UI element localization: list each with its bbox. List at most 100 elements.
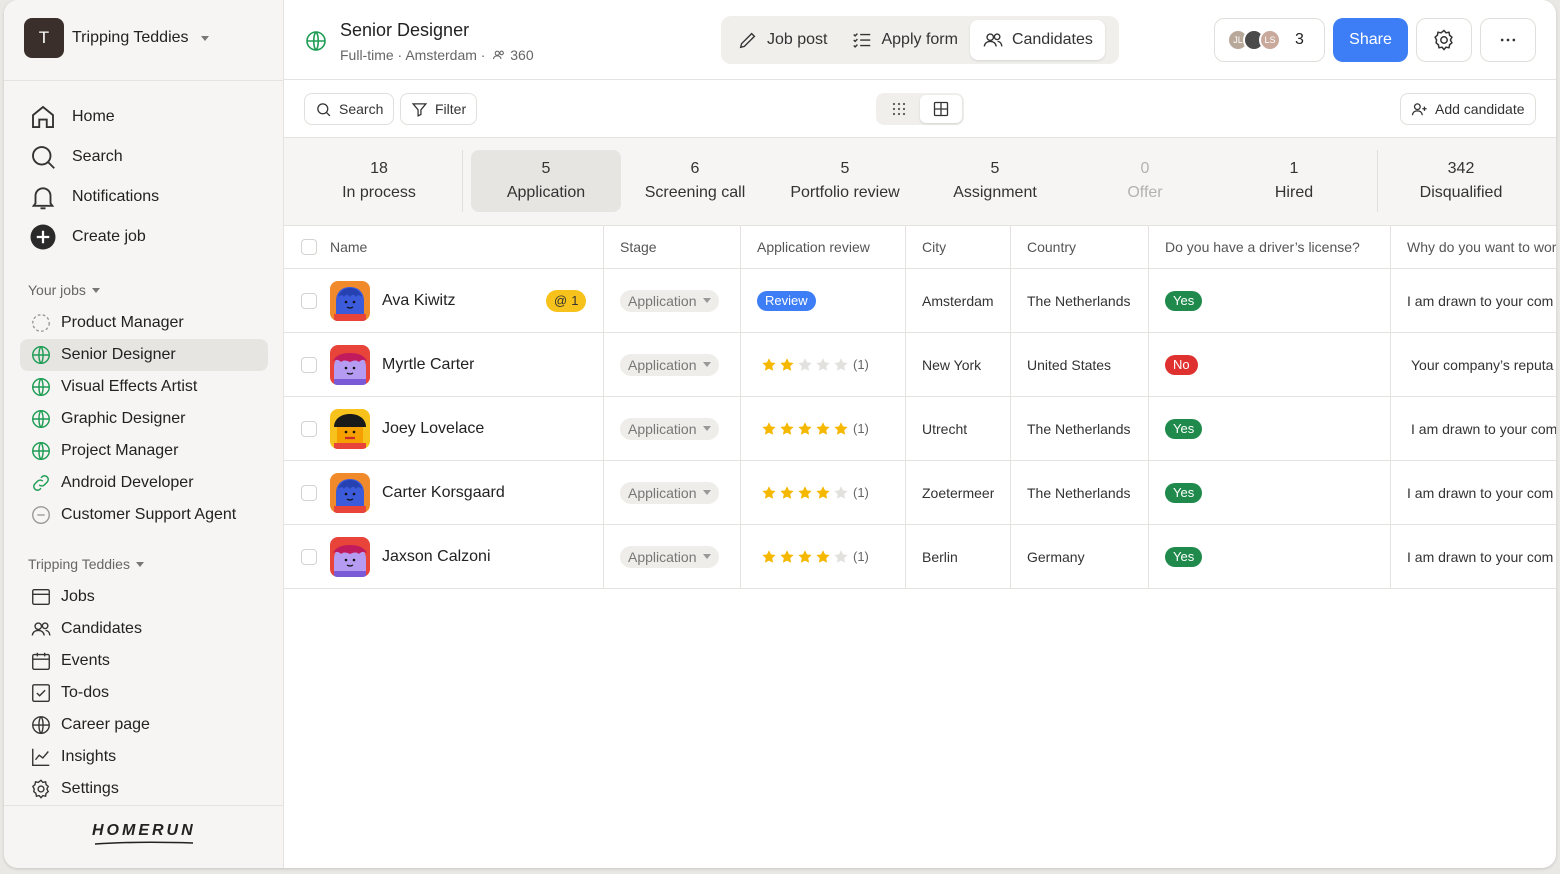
star-rating[interactable] [761, 357, 849, 373]
col-drivers-license[interactable]: Do you have a driver’s license? [1165, 226, 1360, 268]
nav-todos-label: To-dos [61, 684, 110, 701]
stage-application[interactable]: 5 Application [471, 150, 621, 212]
col-application-review[interactable]: Application review [757, 226, 870, 268]
star-empty-icon[interactable] [797, 357, 813, 373]
row-checkbox[interactable] [301, 356, 317, 373]
stage-dropdown[interactable]: Application [620, 353, 719, 376]
job-meta: Full-time · Amsterdam · 360 [340, 47, 534, 63]
stage-disqualified[interactable]: 342 Disqualified [1386, 150, 1536, 212]
col-country[interactable]: Country [1027, 226, 1076, 268]
stage-portfolio-review[interactable]: 5 Portfolio review [770, 150, 920, 212]
nav-notifications[interactable]: Notifications [28, 180, 159, 214]
view-board-button[interactable] [878, 95, 920, 123]
star-filled-icon[interactable] [779, 549, 795, 565]
star-filled-icon[interactable] [815, 549, 831, 565]
tab-job-post[interactable]: Job post [725, 20, 839, 60]
link-icon [33, 475, 49, 491]
row-checkbox[interactable] [301, 420, 317, 437]
star-rating[interactable] [761, 421, 849, 437]
row-checkbox[interactable] [301, 548, 317, 565]
team-members-button[interactable]: JL LS 3 [1214, 18, 1325, 62]
workspace-switcher[interactable]: T Tripping Teddies [24, 18, 209, 58]
company-header[interactable]: Tripping Teddies [28, 556, 144, 572]
star-filled-icon[interactable] [761, 485, 777, 501]
star-filled-icon[interactable] [815, 421, 831, 437]
sidebar-job-visual-effects-artist[interactable]: Visual Effects Artist [20, 371, 268, 403]
table-row[interactable]: Ava Kiwitz @1 Application Review Amsterd… [284, 269, 1556, 333]
mention-badge[interactable]: @1 [546, 289, 587, 312]
nav-events[interactable]: Events [30, 646, 110, 676]
star-filled-icon[interactable] [779, 421, 795, 437]
table-row[interactable]: Joey Lovelace Application (1) Utrecht Th… [284, 397, 1556, 461]
star-empty-icon[interactable] [815, 357, 831, 373]
stage-dropdown[interactable]: Application [620, 481, 719, 504]
nav-career-page-label: Career page [61, 716, 150, 733]
stage-hired[interactable]: 1 Hired [1219, 150, 1369, 212]
tab-apply-form[interactable]: Apply form [839, 20, 969, 60]
sidebar-job-project-manager[interactable]: Project Manager [20, 435, 268, 467]
nav-insights[interactable]: Insights [30, 742, 116, 772]
filter-button[interactable]: Filter [400, 93, 478, 125]
star-empty-icon[interactable] [833, 485, 849, 501]
tab-candidates[interactable]: Candidates [969, 20, 1105, 60]
star-empty-icon[interactable] [833, 357, 849, 373]
stage-dropdown[interactable]: Application [620, 417, 719, 440]
star-filled-icon[interactable] [797, 549, 813, 565]
sidebar-job-graphic-designer[interactable]: Graphic Designer [20, 403, 268, 435]
nav-candidates[interactable]: Candidates [30, 614, 142, 644]
stage-assignment[interactable]: 5 Assignment [920, 150, 1070, 212]
sidebar-job-senior-designer[interactable]: Senior Designer [20, 339, 268, 371]
sidebar-job-customer-support-agent[interactable]: Customer Support Agent [20, 499, 268, 531]
sidebar-job-label: Visual Effects Artist [61, 378, 198, 395]
stage-offer[interactable]: 0 Offer [1070, 150, 1220, 212]
col-name[interactable]: Name [330, 226, 367, 268]
search-button[interactable]: Search [304, 93, 395, 125]
nav-career-page[interactable]: Career page [30, 710, 150, 740]
sidebar-job-android-developer[interactable]: Android Developer [20, 467, 268, 499]
star-empty-icon[interactable] [833, 549, 849, 565]
stage-screening-call[interactable]: 6 Screening call [620, 150, 770, 212]
nav-todos[interactable]: To-dos [30, 678, 109, 708]
job-settings-button[interactable] [1416, 18, 1472, 62]
more-horizontal-icon [1500, 38, 1516, 42]
star-rating[interactable] [761, 549, 849, 565]
share-button[interactable]: Share [1333, 18, 1408, 62]
table-row[interactable]: Carter Korsgaard Application (1) Zoeterm… [284, 461, 1556, 525]
nav-jobs[interactable]: Jobs [30, 582, 95, 612]
star-filled-icon[interactable] [815, 485, 831, 501]
stage-dropdown[interactable]: Application [620, 289, 719, 312]
star-filled-icon[interactable] [761, 357, 777, 373]
stage-dropdown[interactable]: Application [620, 545, 719, 568]
star-rating[interactable] [761, 485, 849, 501]
col-stage[interactable]: Stage [620, 226, 657, 268]
star-filled-icon[interactable] [797, 421, 813, 437]
star-filled-icon[interactable] [761, 421, 777, 437]
more-options-button[interactable] [1480, 18, 1536, 62]
your-jobs-header[interactable]: Your jobs [28, 282, 100, 298]
review-button[interactable]: Review [757, 290, 816, 311]
nav-home[interactable]: Home [28, 100, 115, 134]
table-row[interactable]: Jaxson Calzoni Application (1) Berlin Ge… [284, 525, 1556, 589]
nav-insights-label: Insights [61, 748, 117, 765]
star-filled-icon[interactable] [779, 357, 795, 373]
view-table-button[interactable] [920, 95, 962, 123]
col-why[interactable]: Why do you want to wor [1407, 226, 1556, 268]
row-checkbox[interactable] [301, 292, 317, 309]
nav-create-job[interactable]: Create job [28, 220, 146, 254]
globe-icon [32, 410, 50, 428]
select-all-checkbox[interactable] [301, 239, 317, 255]
sidebar-job-product-manager[interactable]: Product Manager [20, 307, 268, 339]
star-filled-icon[interactable] [797, 485, 813, 501]
nav-settings[interactable]: Settings [30, 774, 119, 804]
star-filled-icon[interactable] [833, 421, 849, 437]
stage-in-process[interactable]: 18 In process [304, 150, 454, 212]
gear-icon [1434, 29, 1453, 51]
row-checkbox[interactable] [301, 484, 317, 501]
nav-search[interactable]: Search [28, 140, 123, 174]
star-filled-icon[interactable] [779, 485, 795, 501]
table-row[interactable]: Myrtle Carter Application (1) New York U… [284, 333, 1556, 397]
avatar [330, 344, 370, 385]
add-candidate-button[interactable]: Add candidate [1400, 93, 1536, 125]
col-city[interactable]: City [922, 226, 946, 268]
star-filled-icon[interactable] [761, 549, 777, 565]
